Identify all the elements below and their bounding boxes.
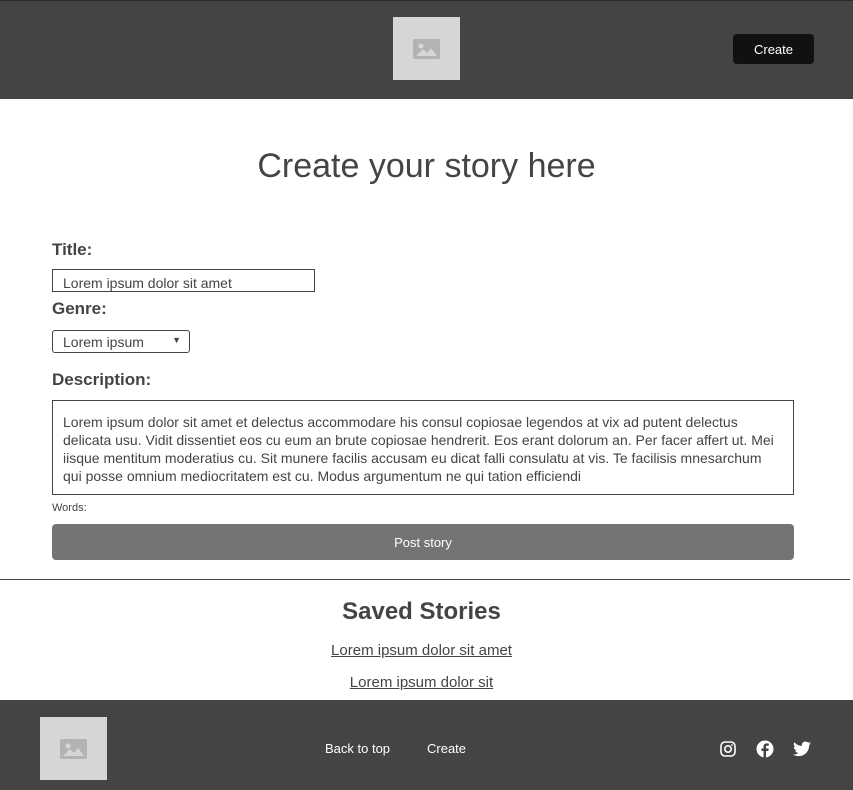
genre-select[interactable]: Lorem ipsum ▼ <box>52 330 190 353</box>
post-story-button[interactable]: Post story <box>52 524 794 560</box>
section-divider <box>0 579 850 580</box>
image-placeholder-icon <box>413 38 440 59</box>
footer-create-link[interactable]: Create <box>427 741 466 756</box>
saved-story-link[interactable]: Lorem ipsum dolor sit amet <box>0 642 843 659</box>
header-create-button[interactable]: Create <box>733 34 814 64</box>
title-label: Title: <box>52 240 93 259</box>
genre-selected-value: Lorem ipsum <box>63 334 144 350</box>
description-textarea[interactable]: Lorem ipsum dolor sit amet et delectus a… <box>52 400 794 495</box>
back-to-top-link[interactable]: Back to top <box>325 741 390 756</box>
site-header: Create <box>0 0 853 99</box>
dropdown-arrow-icon: ▼ <box>172 335 181 345</box>
instagram-icon[interactable] <box>719 740 737 758</box>
page-title: Create your story here <box>257 147 596 185</box>
header-logo[interactable] <box>393 17 460 80</box>
image-placeholder-icon <box>60 738 87 759</box>
saved-stories-heading: Saved Stories <box>342 598 501 625</box>
twitter-icon[interactable] <box>793 740 811 758</box>
genre-label: Genre: <box>52 299 107 318</box>
facebook-icon[interactable] <box>756 740 774 758</box>
site-footer: Back to top Create <box>0 700 853 790</box>
word-count-label: Words: <box>52 502 87 514</box>
saved-story-link[interactable]: Lorem ipsum dolor sit <box>0 674 843 691</box>
description-label: Description: <box>52 370 152 389</box>
footer-logo[interactable] <box>40 717 107 780</box>
title-input[interactable]: Lorem ipsum dolor sit amet <box>52 269 315 292</box>
